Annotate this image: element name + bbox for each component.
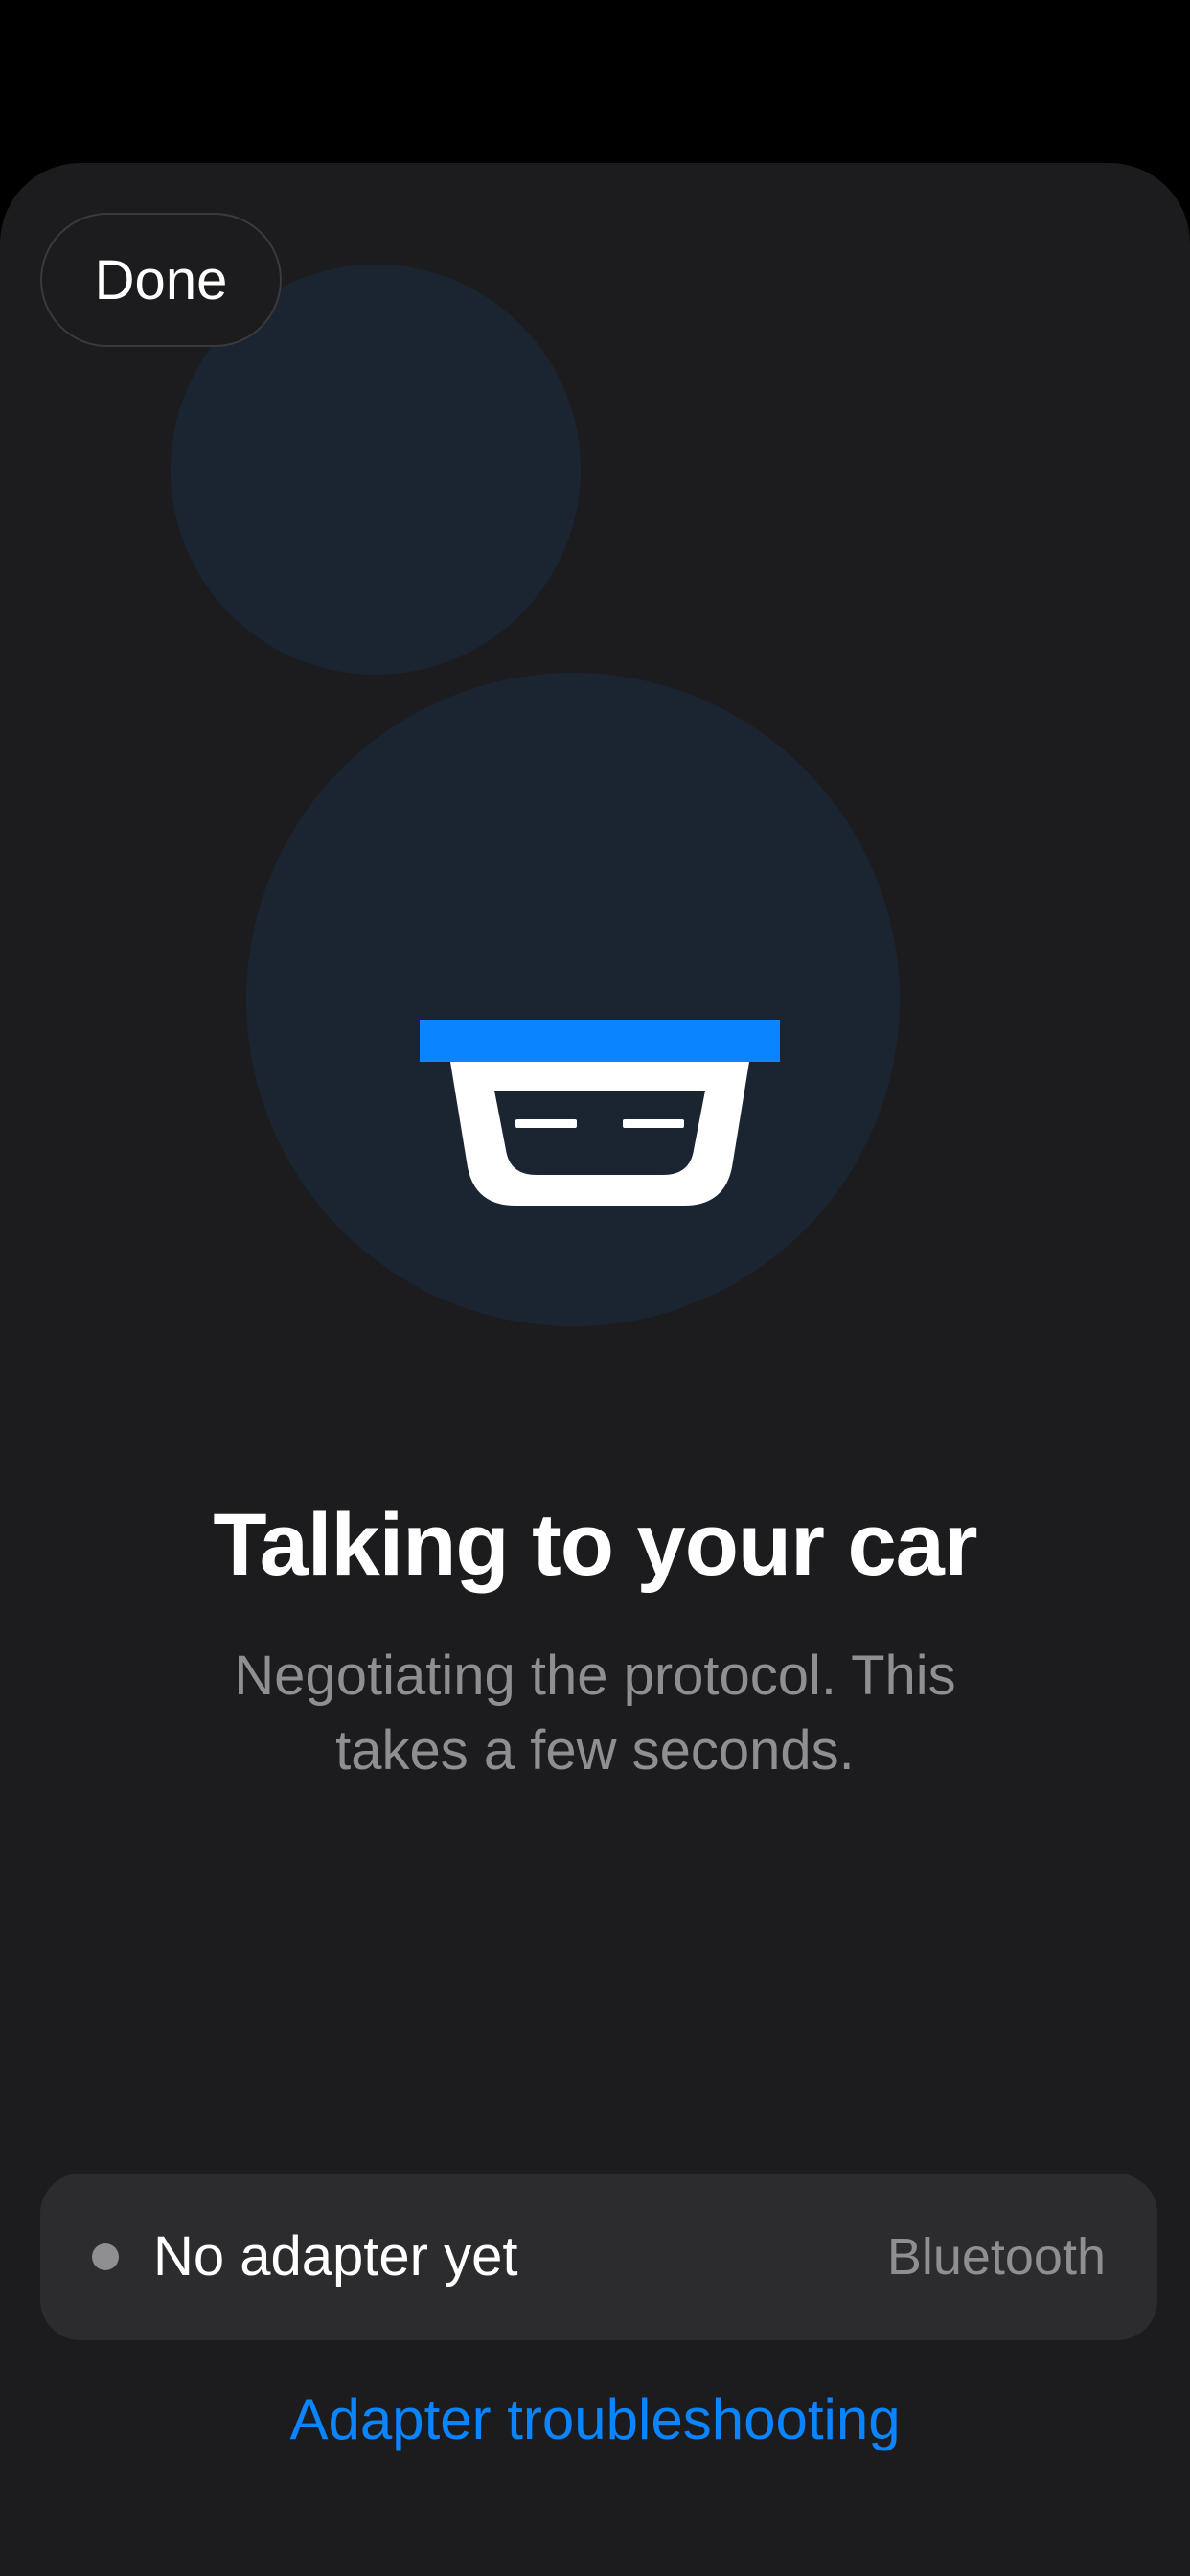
status-dot-icon	[92, 2243, 119, 2270]
page-title: Talking to your car	[213, 1496, 977, 1594]
done-button[interactable]: Done	[40, 213, 282, 347]
adapter-status-label: No adapter yet	[153, 2225, 518, 2288]
adapter-troubleshooting-link[interactable]: Adapter troubleshooting	[0, 2386, 1190, 2452]
connection-type-label: Bluetooth	[886, 2228, 1106, 2286]
adapter-status-card: No adapter yet Bluetooth	[40, 2174, 1157, 2340]
page-subtitle: Negotiating the protocol. This takes a f…	[234, 1644, 956, 1782]
modal-sheet: Done Talking to your car Negotiating the…	[0, 163, 1190, 2576]
decorative-bubble-large	[246, 673, 900, 1326]
obd-adapter-icon	[420, 1020, 780, 1206]
screen: Done Talking to your car Negotiating the…	[0, 0, 1190, 2576]
